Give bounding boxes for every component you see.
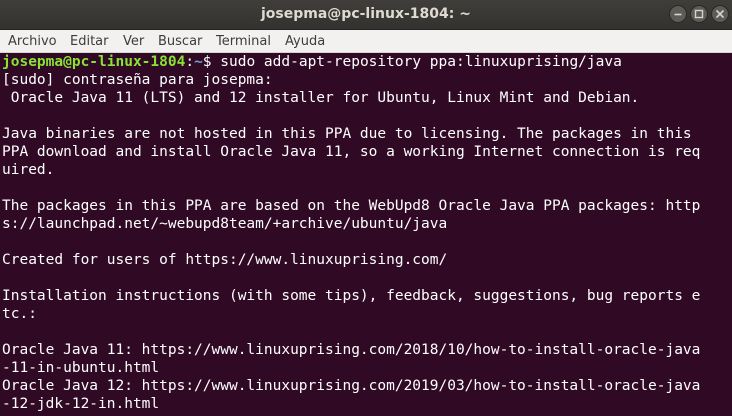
output-line: -12-jdk-12-in.html [2, 396, 160, 412]
output-line: Installation instructions (with some tip… [2, 288, 701, 304]
maximize-button[interactable] [690, 5, 708, 23]
minimize-icon [674, 13, 682, 16]
output-line: Java binaries are not hosted in this PPA… [2, 126, 692, 142]
close-button[interactable] [711, 5, 729, 23]
output-line: uired. [2, 162, 55, 178]
output-line: Created for users of https://www.linuxup… [2, 252, 448, 268]
output-line: The packages in this PPA are based on th… [2, 198, 701, 214]
menu-archivo[interactable]: Archivo [8, 33, 57, 51]
output-line: PPA download and install Oracle Java 11,… [2, 144, 701, 160]
prompt-command: sudo add-apt-repository ppa:linuxuprisin… [220, 54, 622, 70]
menu-editar[interactable]: Editar [70, 33, 109, 51]
menu-buscar[interactable]: Buscar [158, 33, 202, 51]
output-line: Oracle Java 12: https://www.linuxuprisin… [2, 378, 701, 394]
output-line: s://launchpad.net/~webupd8team/+archive/… [2, 216, 448, 232]
output-line: Oracle Java 11 (LTS) and 12 installer fo… [2, 90, 640, 106]
prompt-user-host: josepma@pc-linux-1804 [2, 54, 186, 70]
prompt-path: ~ [194, 54, 203, 70]
prompt-symbol: $ [202, 54, 221, 70]
output-line: Oracle Java 11: https://www.linuxuprisin… [2, 342, 701, 358]
terminal-output[interactable]: josepma@pc-linux-1804:~$ sudo add-apt-re… [0, 53, 732, 416]
prompt-separator: : [185, 54, 195, 70]
window-title: josepma@pc-linux-1804: ~ [261, 6, 471, 22]
terminal-window: josepma@pc-linux-1804: ~ Archivo Editar … [0, 0, 732, 416]
output-line: tc.: [2, 306, 37, 322]
menu-bar: Archivo Editar Ver Buscar Terminal Ayuda [0, 30, 732, 53]
title-bar[interactable]: josepma@pc-linux-1804: ~ [0, 0, 732, 30]
close-icon [715, 9, 725, 19]
output-line: [sudo] contraseña para josepma: [2, 72, 273, 88]
menu-ayuda[interactable]: Ayuda [285, 33, 325, 51]
output-line: -11-in-ubuntu.html [2, 360, 160, 376]
prompt-line: josepma@pc-linux-1804:~$ sudo add-apt-re… [2, 53, 622, 71]
maximize-icon [694, 9, 704, 19]
menu-terminal[interactable]: Terminal [216, 33, 271, 51]
minimize-button[interactable] [669, 5, 687, 23]
menu-ver[interactable]: Ver [123, 33, 144, 51]
